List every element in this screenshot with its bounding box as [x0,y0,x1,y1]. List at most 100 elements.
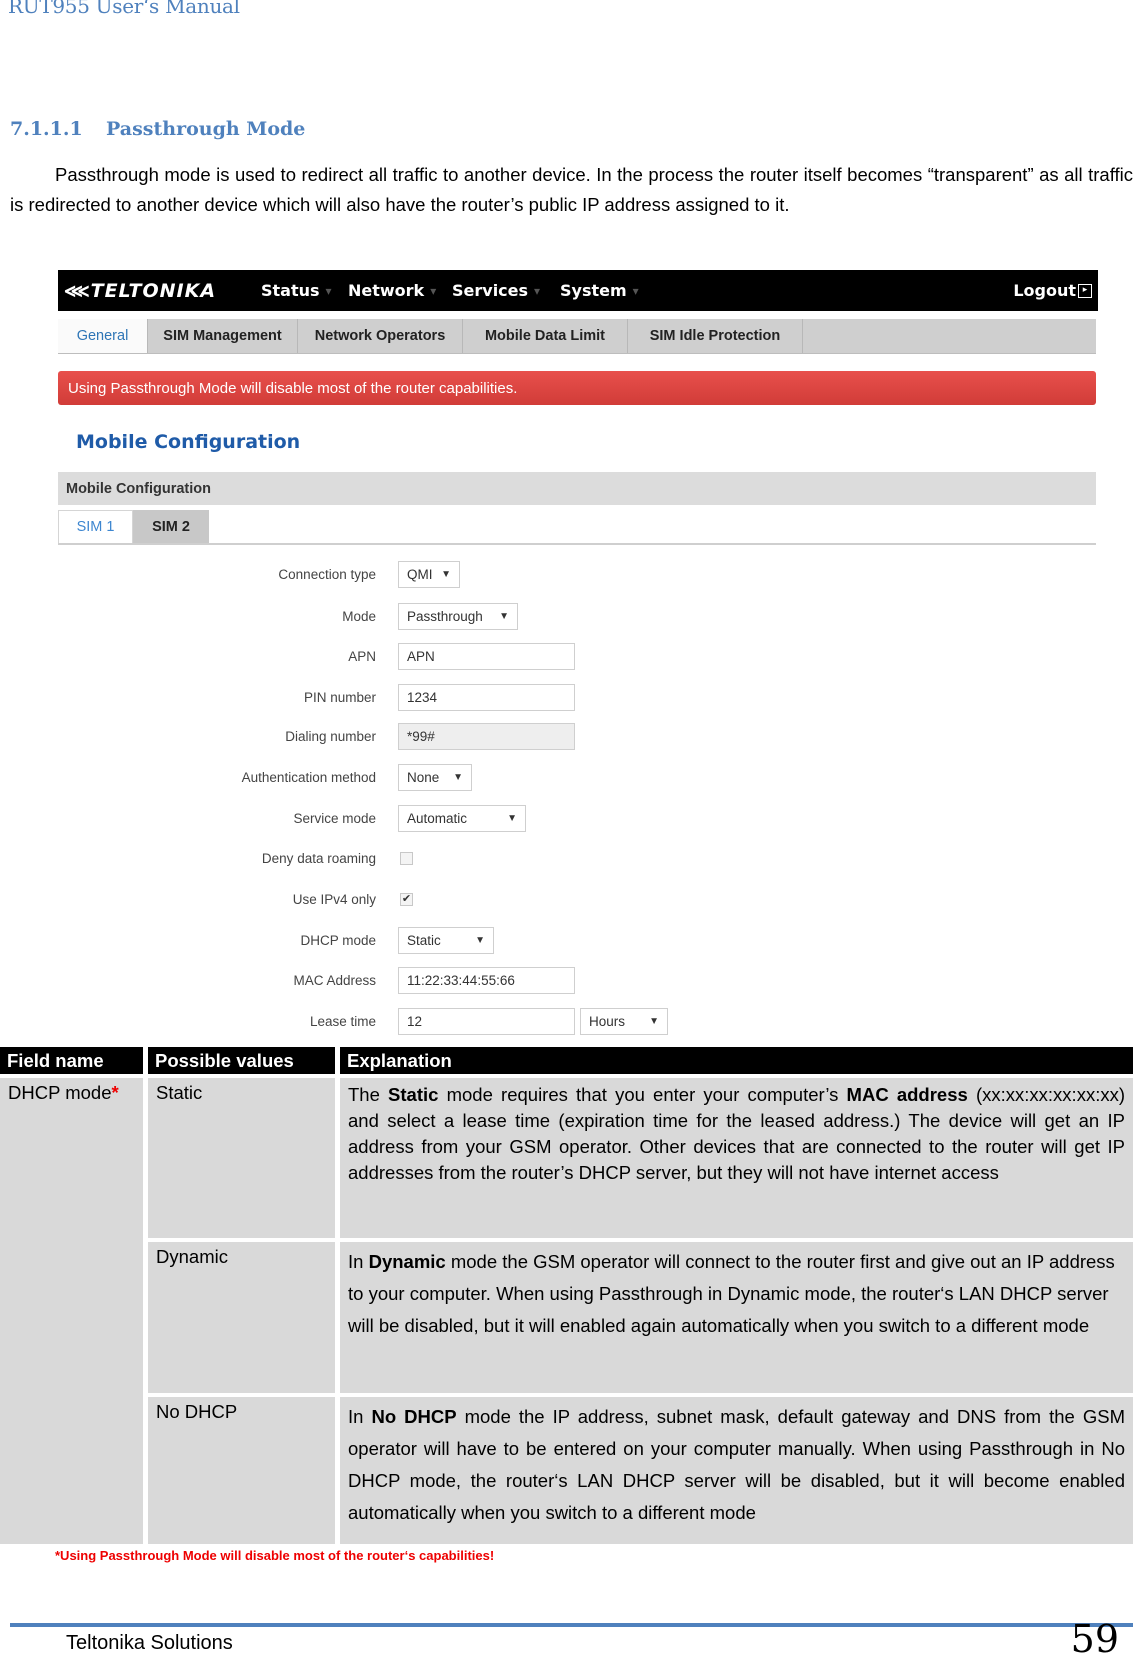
chevron-down-icon: ▼ [649,1016,659,1027]
cell-explanation-static: The Static mode requires that you enter … [340,1078,1133,1238]
nav-network[interactable]: Network ▾ [348,281,436,300]
dhcp-mode-label: DHCP mode [300,933,376,948]
logo-mark-icon: ⋘ [64,280,90,301]
asterisk-marker: * [111,1082,119,1103]
deny-roaming-label: Deny data roaming [261,851,376,866]
lease-time-label: Lease time [309,1014,376,1029]
tab-sim1[interactable]: SIM 1 [58,510,133,543]
nav-system[interactable]: System ▾ [560,281,639,300]
row-dialing: Dialing number *99# [58,722,1098,752]
row-apn: APN APN [58,642,1098,672]
ipv4-only-checkbox[interactable]: ✔ [400,893,413,906]
nav-services-label: Services [452,281,529,300]
cell-value-static: Static [148,1078,335,1238]
section-header: Mobile Configuration [58,472,1096,505]
header-explanation: Explanation [340,1047,1133,1074]
teltonika-logo[interactable]: ⋘ TELTONIKA [64,277,216,305]
row-ipv4-only: Use IPv4 only ✔ [58,885,1098,915]
dialing-input[interactable]: *99# [398,723,575,750]
exp-text: mode the IP address, subnet mask, defaul… [348,1406,1125,1523]
auth-select[interactable]: None ▼ [398,764,472,791]
row-deny-roaming: Deny data roaming [58,844,1098,874]
row-pin: PIN number 1234 [58,683,1098,713]
caret-down-icon: ▾ [534,283,541,298]
caret-down-icon: ▾ [632,283,639,298]
row-mac: MAC Address 11:22:33:44:55:66 [58,966,1098,996]
page-title: Mobile Configuration [76,431,301,453]
dhcp-mode-value: Static [407,933,441,948]
tab-sim-idle-protection[interactable]: SIM Idle Protection [628,319,803,353]
header-possible-values: Possible values [148,1047,335,1074]
row-lease-time: Lease time 12 Hours ▼ [58,1007,1098,1037]
exp-text: In [348,1406,372,1427]
nav-network-label: Network [348,281,425,300]
nav-services[interactable]: Services ▾ [452,281,540,300]
exp-text: mode the GSM operator will connect to th… [348,1251,1115,1336]
logout-label: Logout [1013,281,1076,300]
mode-value: Passthrough [407,609,483,624]
cell-value-dynamic: Dynamic [148,1242,335,1393]
caret-down-icon: ▾ [325,283,332,298]
mac-label: MAC Address [293,973,376,988]
nav-status-label: Status [261,281,320,300]
exp-bold: No DHCP [371,1406,457,1427]
header-field-name: Field name [0,1047,143,1074]
tab-sim-management[interactable]: SIM Management [148,319,298,353]
apn-input[interactable]: APN [398,643,575,670]
row-mode: Mode Passthrough ▼ [58,602,1098,632]
lease-unit-value: Hours [589,1014,626,1029]
section-heading: 7.1.1.1 Passthrough Mode [10,118,305,140]
service-mode-select[interactable]: Automatic ▼ [398,805,526,832]
dhcp-mode-select[interactable]: Static ▼ [398,927,494,954]
passthrough-warning-alert: Using Passthrough Mode will disable most… [58,371,1096,405]
cell-explanation-dynamic: In Dynamic mode the GSM operator will co… [340,1242,1133,1393]
section-number: 7.1.1.1 [10,118,83,140]
cell-explanation-no-dhcp: In No DHCP mode the IP address, subnet m… [340,1397,1133,1544]
footer-company: Teltonika Solutions [66,1632,233,1654]
page-number: 59 [1070,1617,1119,1661]
brand-name: TELTONIKA [90,280,217,302]
auth-value: None [407,770,440,785]
intro-paragraph: Passthrough mode is used to redirect all… [10,160,1133,220]
sim-tabs: SIM 1 SIM 2 [58,510,1096,545]
cell-value-no-dhcp: No DHCP [148,1397,335,1544]
connection-type-label: Connection type [278,567,376,582]
deny-roaming-checkbox[interactable] [400,852,413,865]
pin-label: PIN number [303,690,376,705]
caret-down-icon: ▾ [430,283,437,298]
cell-field-name: DHCP mode* [0,1078,143,1544]
running-head: RUT955 User‘s Manual [8,0,240,18]
mac-input[interactable]: 11:22:33:44:55:66 [398,967,575,994]
row-auth: Authentication method None ▼ [58,763,1098,793]
mode-select[interactable]: Passthrough ▼ [398,603,518,630]
tab-general[interactable]: General [58,319,148,353]
chevron-down-icon: ▼ [441,569,451,580]
chevron-down-icon: ▼ [475,935,485,946]
footer-divider [10,1623,1133,1627]
exp-text: In [348,1251,369,1272]
connection-type-select[interactable]: QMI ▼ [398,561,460,588]
field-table: Field name Possible values Explanation D… [0,1047,1133,1547]
exp-bold: Dynamic [368,1251,446,1272]
exp-text: The [348,1084,389,1105]
ipv4-only-label: Use IPv4 only [292,892,376,907]
section-title: Passthrough Mode [106,118,306,140]
nav-system-label: System [560,281,627,300]
apn-label: APN [348,649,376,664]
row-dhcp-mode: DHCP mode Static ▼ [58,926,1098,956]
exp-text: mode requires that you enter your comput… [438,1084,847,1105]
pin-input[interactable]: 1234 [398,684,575,711]
exp-bold: Static [388,1084,439,1105]
tab-network-operators[interactable]: Network Operators [298,319,463,353]
nav-status[interactable]: Status ▾ [261,281,332,300]
exp-bold: MAC address [846,1084,968,1105]
chevron-down-icon: ▼ [453,772,463,783]
logout-button[interactable]: Logout ▸ [1013,281,1092,300]
lease-unit-select[interactable]: Hours ▼ [580,1008,668,1035]
chevron-down-icon: ▼ [507,813,517,824]
field-name-text: DHCP mode [8,1082,112,1103]
tab-sim2[interactable]: SIM 2 [133,510,209,543]
lease-time-input[interactable]: 12 [398,1008,575,1035]
auth-label: Authentication method [241,770,376,785]
tab-mobile-data-limit[interactable]: Mobile Data Limit [463,319,628,353]
